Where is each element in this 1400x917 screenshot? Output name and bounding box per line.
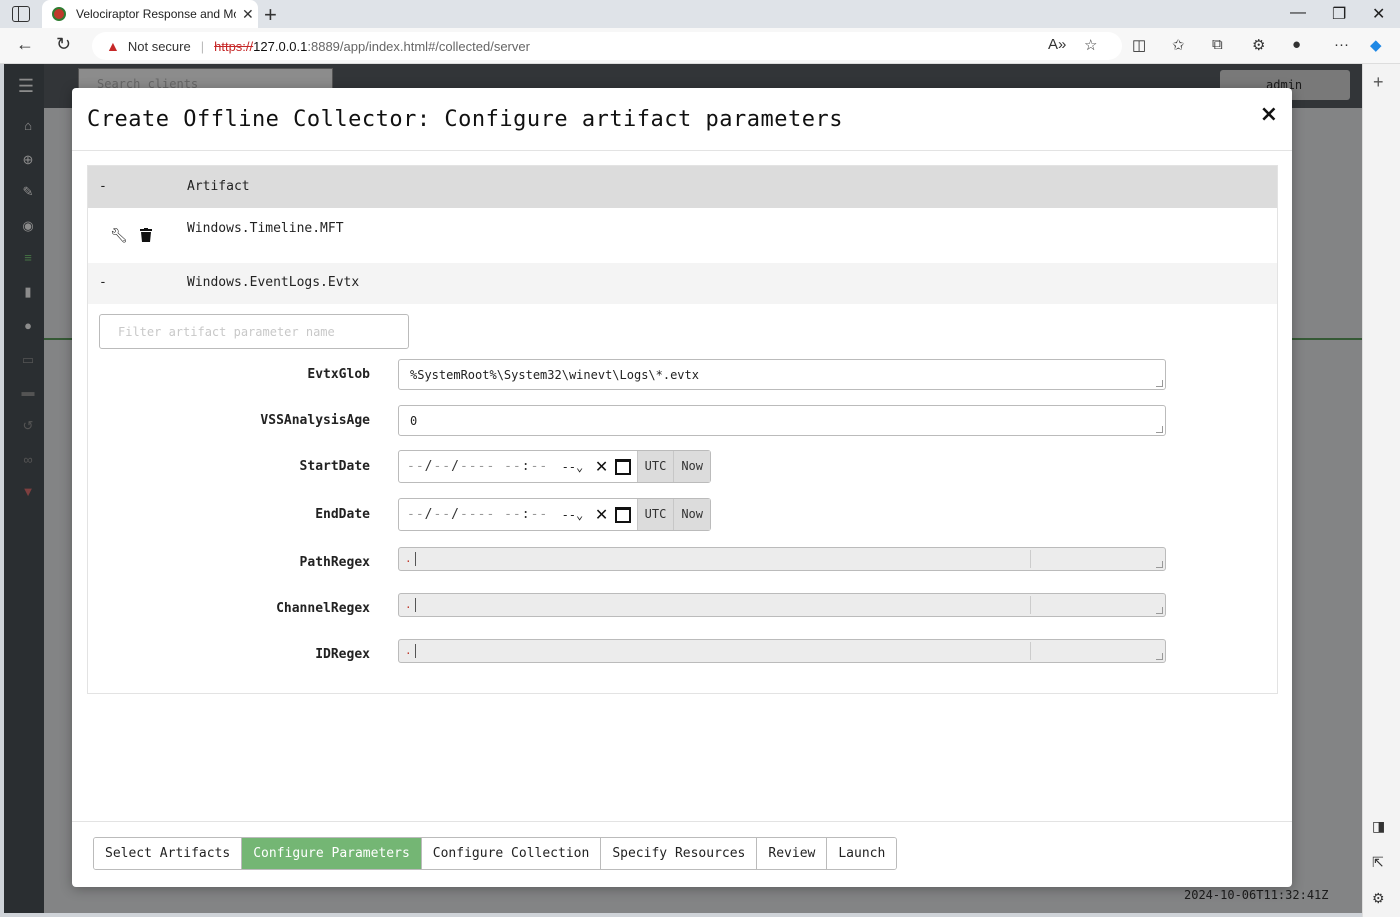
- modal-footer-divider: [72, 821, 1292, 822]
- modal-header: Create Offline Collector: Configure arti…: [72, 88, 1292, 151]
- favorites-icon[interactable]: ✩: [1172, 36, 1185, 54]
- clear-date-icon[interactable]: ✕: [592, 505, 611, 524]
- artifact-column-header: Artifact: [187, 179, 250, 194]
- url-protocol: https://: [214, 38, 254, 54]
- table-row[interactable]: - Windows.EventLogs.Evtx: [88, 263, 1277, 304]
- startdate-input[interactable]: --/--/---- --:--: [399, 459, 562, 474]
- step-configure-parameters[interactable]: Configure Parameters: [242, 838, 422, 869]
- profile-avatar-icon[interactable]: ●: [1292, 36, 1301, 53]
- url-path: :8889/app/index.html#/collected/server: [307, 38, 530, 54]
- channelregex-editor[interactable]: .: [398, 593, 1166, 617]
- browser-tab-bar: Velociraptor Response and Monitoring ✕ +…: [0, 0, 1400, 28]
- param-label-vssanalysisage: VSSAnalysisAge: [260, 413, 370, 428]
- editor-margin-line: [1030, 550, 1031, 568]
- url-field[interactable]: ▲ Not secure | https:// 127.0.0.1 :8889/…: [92, 32, 1122, 60]
- back-icon[interactable]: ←: [16, 34, 34, 55]
- refresh-icon[interactable]: ↻: [56, 34, 71, 55]
- editor-margin-line: [1030, 642, 1031, 660]
- wizard-steps: Select Artifacts Configure Parameters Co…: [93, 837, 898, 870]
- edge-external-link-icon[interactable]: ⇱: [1372, 854, 1384, 871]
- copilot-icon[interactable]: ◆: [1370, 36, 1382, 54]
- trash-icon[interactable]: [140, 228, 152, 242]
- now-button[interactable]: Now: [673, 451, 710, 482]
- artifact-name: Windows.Timeline.MFT: [187, 221, 344, 236]
- idregex-editor[interactable]: .: [398, 639, 1166, 663]
- evtxglob-field[interactable]: %SystemRoot%\System32\winevt\Logs\*.evtx: [398, 359, 1166, 390]
- calendar-icon[interactable]: [615, 506, 631, 523]
- step-launch[interactable]: Launch: [827, 838, 897, 869]
- enddate-ampm-select[interactable]: --⌄: [562, 508, 593, 522]
- startdate-picker: --/--/---- --:-- --⌄ ✕ UTC Now: [398, 450, 711, 483]
- step-review[interactable]: Review: [757, 838, 828, 869]
- artifact-table-header: - Artifact: [88, 166, 1277, 208]
- utc-button[interactable]: UTC: [636, 451, 674, 482]
- startdate-ampm-select[interactable]: --⌄: [562, 460, 593, 474]
- calendar-icon[interactable]: [615, 458, 631, 475]
- regex-value: .: [405, 644, 416, 658]
- edge-sidebar: [1362, 64, 1400, 917]
- edge-sidebar-add-icon[interactable]: +: [1373, 72, 1384, 93]
- clear-date-icon[interactable]: ✕: [592, 457, 611, 476]
- param-label-pathregex: PathRegex: [299, 555, 370, 570]
- ampm-value: --: [561, 459, 577, 474]
- step-select-artifacts[interactable]: Select Artifacts: [94, 838, 243, 869]
- window-close-icon[interactable]: ✕: [1372, 4, 1385, 24]
- browser-tab[interactable]: Velociraptor Response and Monitoring ✕: [42, 0, 258, 28]
- extensions-icon[interactable]: ⚙: [1252, 36, 1265, 54]
- artifact-name: Windows.EventLogs.Evtx: [187, 275, 360, 290]
- collections-icon[interactable]: ⧉: [1212, 36, 1223, 53]
- collapse-all-toggle[interactable]: -: [99, 179, 107, 194]
- wrench-icon[interactable]: 🔧︎: [110, 228, 128, 244]
- pathregex-editor[interactable]: .: [398, 547, 1166, 571]
- filter-parameter-input[interactable]: [99, 314, 409, 349]
- split-screen-icon[interactable]: ◫: [1132, 36, 1146, 54]
- more-menu-icon[interactable]: ···: [1334, 36, 1349, 53]
- artifact-parameters-panel: - Artifact 🔧︎ Windows.Timeline.MFT - Win…: [87, 165, 1278, 694]
- chevron-down-icon: ⌄: [576, 459, 584, 474]
- regex-value: .: [405, 552, 416, 566]
- ampm-value: --: [561, 507, 577, 522]
- param-label-startdate: StartDate: [299, 459, 370, 474]
- enddate-input[interactable]: --/--/---- --:--: [399, 507, 562, 522]
- vssanalysisage-field[interactable]: 0: [398, 405, 1166, 436]
- edge-settings-icon[interactable]: ⚙: [1372, 890, 1385, 907]
- modal-title: Create Offline Collector: Configure arti…: [87, 107, 843, 132]
- step-specify-resources[interactable]: Specify Resources: [601, 838, 758, 869]
- collapse-toggle[interactable]: -: [99, 275, 107, 290]
- regex-value: .: [405, 598, 416, 612]
- close-icon[interactable]: ×: [1260, 102, 1278, 127]
- step-configure-collection[interactable]: Configure Collection: [421, 838, 602, 869]
- read-aloud-icon[interactable]: A»: [1048, 36, 1066, 53]
- offline-collector-modal: Create Offline Collector: Configure arti…: [72, 88, 1292, 887]
- now-button[interactable]: Now: [673, 499, 710, 530]
- tab-title: Velociraptor Response and Monitoring: [76, 7, 236, 21]
- utc-button[interactable]: UTC: [636, 499, 674, 530]
- enddate-picker: --/--/---- --:-- --⌄ ✕ UTC Now: [398, 498, 711, 531]
- edge-sidebar-panel-icon[interactable]: ◨: [1372, 818, 1385, 835]
- param-label-enddate: EndDate: [315, 507, 370, 522]
- editor-margin-line: [1030, 596, 1031, 614]
- param-label-idregex: IDRegex: [315, 647, 370, 662]
- velociraptor-favicon-icon: [52, 7, 66, 21]
- url-host: 127.0.0.1: [253, 38, 308, 54]
- new-tab-icon[interactable]: +: [264, 2, 277, 28]
- not-secure-label: Not secure: [127, 38, 191, 54]
- param-label-evtxglob: EvtxGlob: [307, 367, 370, 382]
- warning-icon: ▲: [106, 38, 120, 54]
- param-label-channelregex: ChannelRegex: [276, 601, 370, 616]
- favorite-star-icon[interactable]: ☆: [1084, 36, 1097, 54]
- address-bar: ← ↻ ▲ Not secure | https:// 127.0.0.1 :8…: [0, 28, 1400, 64]
- table-row[interactable]: 🔧︎ Windows.Timeline.MFT: [88, 208, 1277, 263]
- url-separator: |: [200, 38, 205, 54]
- tab-actions-icon[interactable]: [12, 6, 30, 22]
- chevron-down-icon: ⌄: [576, 507, 584, 522]
- restore-icon[interactable]: ❐: [1332, 4, 1346, 24]
- tab-close-icon[interactable]: ✕: [242, 6, 254, 23]
- minimize-icon[interactable]: —: [1290, 4, 1306, 22]
